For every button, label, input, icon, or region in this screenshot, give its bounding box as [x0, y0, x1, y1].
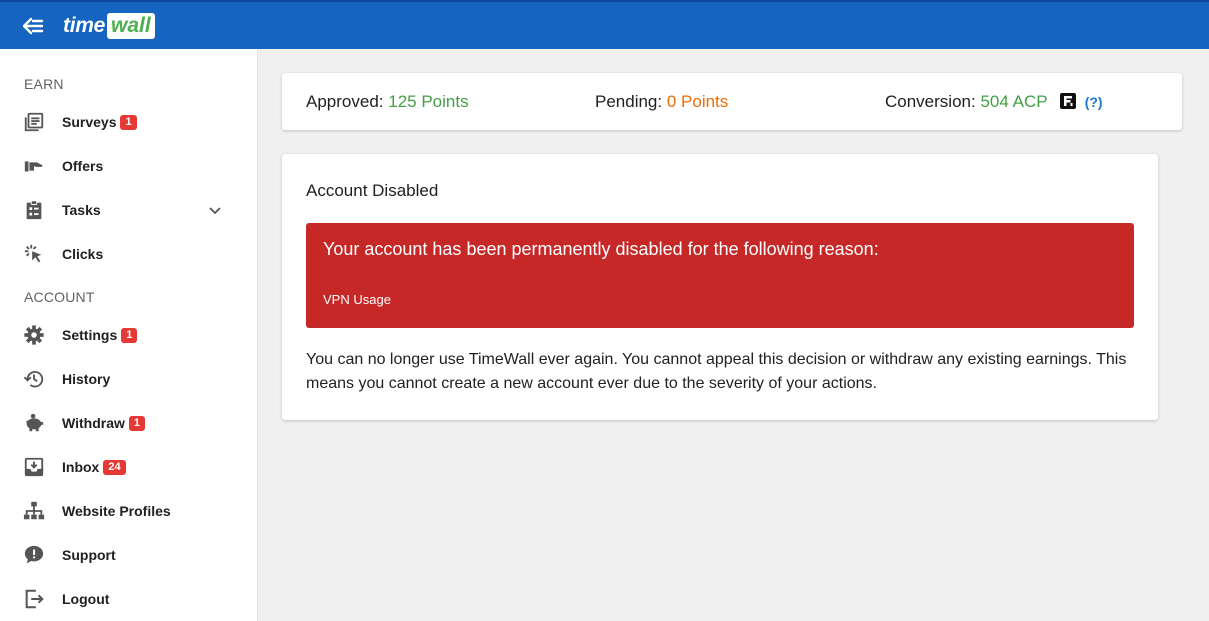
logo-wall-text: wall — [106, 13, 155, 39]
sidebar-item-tasks[interactable]: Tasks — [0, 190, 257, 230]
sidebar-item-label: Surveys — [62, 114, 117, 130]
acp-currency-icon — [1059, 93, 1076, 109]
pending-label: Pending: — [595, 92, 663, 111]
approved-value: 125 Points — [388, 92, 469, 111]
card-title: Account Disabled — [306, 181, 439, 200]
logo-time-text: time — [63, 14, 105, 37]
conversion-help-link[interactable]: (?) — [1085, 94, 1103, 110]
pending-value: 0 Points — [666, 92, 729, 111]
alert-reason: VPN Usage — [323, 292, 391, 307]
sitemap-icon — [23, 500, 45, 522]
account-disabled-card: Account Disabled Your account has been p… — [282, 154, 1158, 420]
history-clock-icon — [23, 368, 45, 390]
sidebar-item-logout[interactable]: Logout — [0, 579, 257, 619]
sidebar-item-support[interactable]: Support — [0, 535, 257, 575]
notification-badge: 1 — [121, 328, 138, 343]
notification-badge: 1 — [128, 416, 145, 431]
notification-badge: 1 — [120, 115, 137, 130]
sidebar-item-label: Clicks — [62, 246, 104, 262]
sidebar-item-label: Settings — [62, 327, 118, 343]
sidebar-item-label: Inbox — [62, 459, 100, 475]
disabled-alert: Your account has been permanently disabl… — [306, 223, 1134, 328]
section-label-account: ACCOUNT — [24, 289, 95, 305]
conversion-stat: Conversion: 504 ACP (?) — [885, 92, 1103, 112]
sidebar-item-label: Support — [62, 547, 116, 563]
pending-stat: Pending: 0 Points — [595, 92, 728, 112]
sidebar-item-website-profiles[interactable]: Website Profiles — [0, 491, 257, 531]
sidebar-item-history[interactable]: History — [0, 359, 257, 399]
chat-alert-icon — [23, 544, 45, 566]
points-summary-card: Approved: 125 Points Pending: 0 Points C… — [282, 73, 1182, 130]
approved-stat: Approved: 125 Points — [306, 92, 469, 112]
sidebar-item-withdraw[interactable]: Withdraw 1 — [0, 403, 257, 443]
cursor-click-icon — [23, 243, 45, 265]
offers-hand-icon — [23, 155, 45, 177]
sidebar: EARN Surveys 1 Offers Tasks Clicks ACCOUN… — [0, 49, 258, 621]
conversion-value: 504 ACP — [980, 92, 1048, 111]
disabled-explanation-text: You can no longer use TimeWall ever agai… — [306, 351, 1127, 392]
clipboard-tasks-icon — [23, 199, 45, 221]
sidebar-item-label: Tasks — [62, 202, 101, 218]
piggy-bank-icon — [23, 412, 45, 434]
sidebar-item-clicks[interactable]: Clicks — [0, 234, 257, 274]
alert-heading: Your account has been permanently disabl… — [323, 239, 879, 259]
surveys-list-icon — [23, 111, 45, 133]
menu-collapse-icon[interactable] — [22, 16, 44, 36]
inbox-tray-icon — [23, 456, 45, 478]
sidebar-item-offers[interactable]: Offers — [0, 146, 257, 186]
sidebar-item-label: Withdraw — [62, 415, 125, 431]
sidebar-item-label: History — [62, 371, 111, 387]
sidebar-item-label: Offers — [62, 158, 104, 174]
sidebar-item-label: Logout — [62, 591, 110, 607]
timewall-logo[interactable]: time wall — [63, 12, 155, 40]
notification-badge: 24 — [103, 460, 126, 475]
gear-icon — [23, 324, 45, 346]
section-label-earn: EARN — [24, 76, 64, 92]
sidebar-item-settings[interactable]: Settings 1 — [0, 315, 257, 355]
approved-label: Approved: — [306, 92, 384, 111]
conversion-label: Conversion: — [885, 92, 976, 111]
chevron-down-icon[interactable] — [207, 202, 223, 218]
sidebar-item-inbox[interactable]: Inbox 24 — [0, 447, 257, 487]
sidebar-item-label: Website Profiles — [62, 503, 171, 519]
top-bar: time wall — [0, 0, 1209, 49]
logout-icon — [23, 588, 45, 610]
sidebar-item-surveys[interactable]: Surveys 1 — [0, 102, 257, 142]
